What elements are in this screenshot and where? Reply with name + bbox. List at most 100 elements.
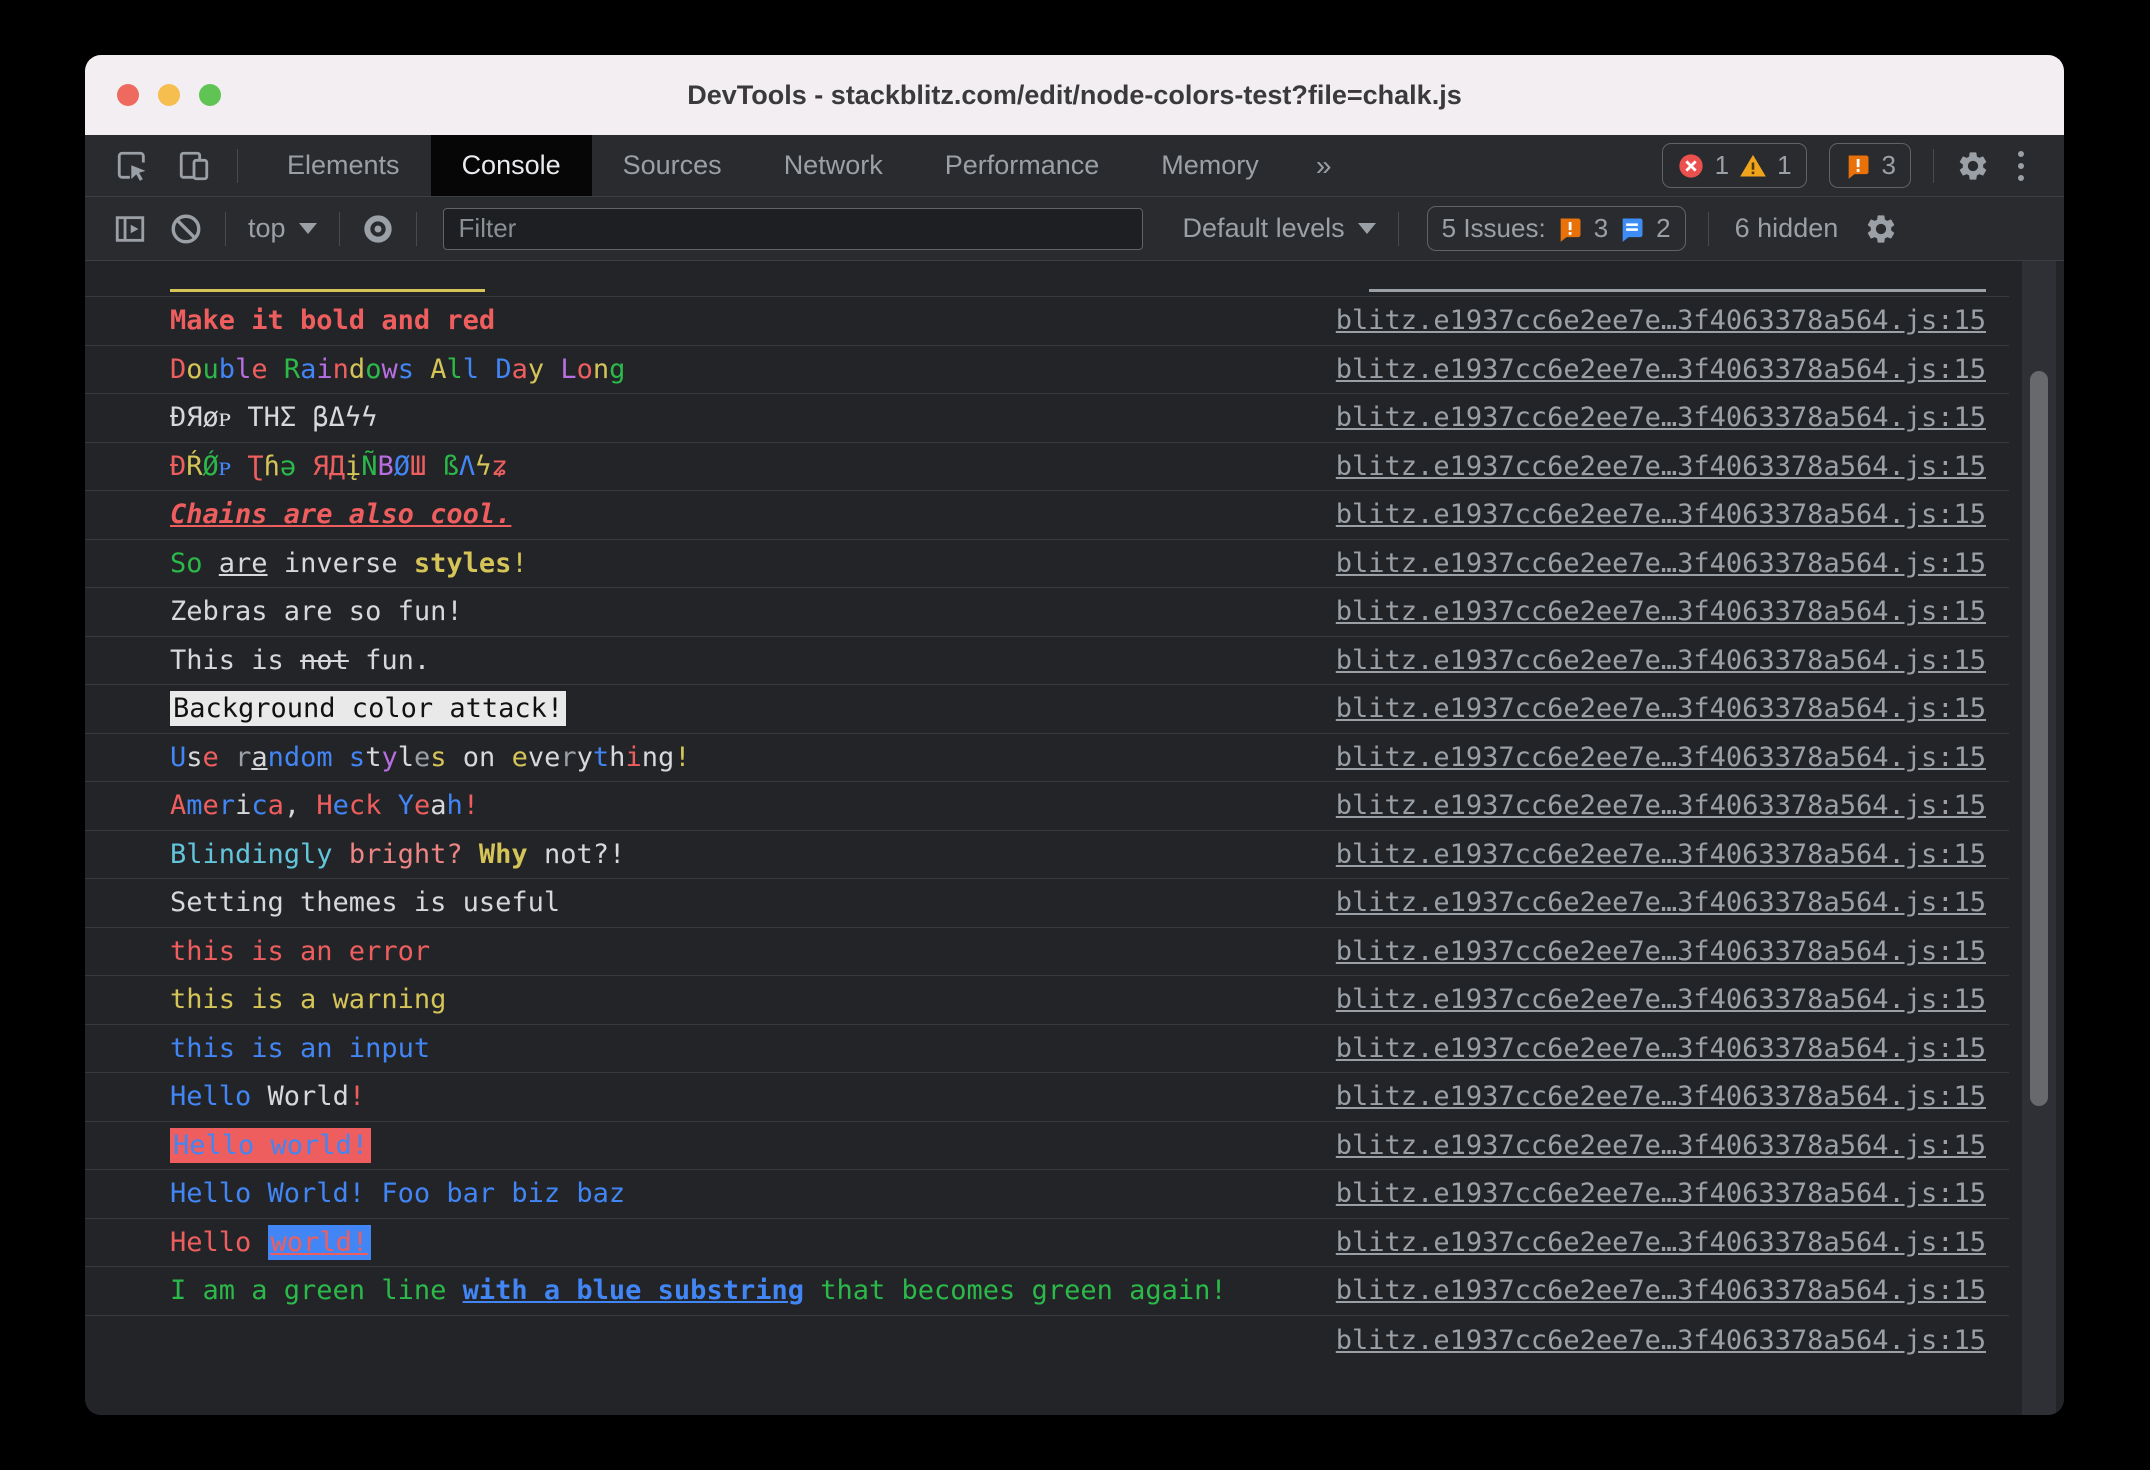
console-message-segment: Zebras are so fun! bbox=[170, 596, 463, 628]
console-message-segment: t bbox=[592, 741, 610, 773]
console-output: Make it bold and red blitz.e1937cc6e2ee7e… bbox=[85, 261, 2064, 1415]
console-message-segment: o bbox=[462, 741, 480, 773]
console-message-segment: b bbox=[218, 353, 236, 385]
console-message-segment: e bbox=[413, 790, 431, 822]
issues-badge[interactable]: 3 bbox=[1828, 143, 1911, 188]
filter-input[interactable] bbox=[442, 207, 1143, 250]
tab-console[interactable]: Console bbox=[430, 135, 592, 196]
console-message-row: ÐŔǾᴘ Ʈɦə ЯДįÑBØШ ßΛϟʑ blitz.e1937cc6e2ee7… bbox=[85, 441, 2009, 491]
console-message-segment: v bbox=[527, 741, 545, 773]
console-message-segment: ÐЯøᴘ ΤΗΣ βΔϟϟ bbox=[170, 402, 378, 434]
source-link[interactable]: blitz.e1937cc6e2ee7e…3f4063378a564.js:15 bbox=[1296, 742, 1986, 773]
console-message-row: Background color attack! blitz.e1937cc6e2… bbox=[85, 684, 2009, 733]
kebab-menu-icon[interactable] bbox=[2012, 150, 2030, 181]
console-message-segment bbox=[495, 742, 511, 773]
console-message-segment: t bbox=[365, 741, 382, 773]
console-message-segment: ! bbox=[348, 1081, 366, 1113]
source-link[interactable]: blitz.e1937cc6e2ee7e…3f4063378a564.js:15 bbox=[1296, 790, 1986, 821]
zoom-window-button[interactable] bbox=[199, 84, 221, 106]
hidden-messages-link[interactable]: 6 hidden bbox=[1731, 213, 1843, 244]
source-link[interactable]: blitz.e1937cc6e2ee7e…3f4063378a564.js:15 bbox=[1296, 1130, 1986, 1161]
console-message: this is a warning bbox=[170, 984, 446, 1015]
console-message-segment: g bbox=[657, 741, 675, 773]
console-message-segment: e bbox=[511, 741, 528, 773]
source-link[interactable]: blitz.e1937cc6e2ee7e…3f4063378a564.js:15 bbox=[1296, 1081, 1986, 1112]
source-link[interactable]: blitz.e1937cc6e2ee7e…3f4063378a564.js:15 bbox=[1296, 548, 1986, 579]
console-message-segment: ! bbox=[462, 790, 480, 822]
issues-summary-badge[interactable]: 5 Issues: 3 2 bbox=[1426, 206, 1686, 251]
console-message-segment: ə bbox=[279, 450, 297, 482]
scrollbar-thumb[interactable] bbox=[2030, 371, 2048, 1106]
tab-sources[interactable]: Sources bbox=[592, 135, 753, 196]
tab-memory[interactable]: Memory bbox=[1130, 135, 1290, 196]
console-message-segment: l bbox=[462, 353, 480, 385]
javascript-context-selector[interactable]: top bbox=[248, 213, 317, 244]
source-link[interactable]: blitz.e1937cc6e2ee7e…3f4063378a564.js:15 bbox=[1296, 645, 1986, 676]
console-message: Chains are also cool. bbox=[170, 499, 511, 530]
console-message: Make it bold and red bbox=[170, 305, 495, 336]
source-link[interactable]: blitz.e1937cc6e2ee7e…3f4063378a564.js:15 bbox=[1296, 451, 1986, 482]
console-message-segment: c bbox=[348, 790, 366, 822]
console-sidebar-icon[interactable] bbox=[113, 212, 147, 246]
source-link[interactable]: blitz.e1937cc6e2ee7e…3f4063378a564.js:15 bbox=[1296, 596, 1986, 627]
log-levels-selector[interactable]: Default levels bbox=[1183, 213, 1376, 244]
close-window-button[interactable] bbox=[117, 84, 139, 106]
console-message-segment: Hello bbox=[170, 1226, 268, 1258]
source-link[interactable]: blitz.e1937cc6e2ee7e…3f4063378a564.js:15 bbox=[1296, 305, 1986, 336]
clear-console-icon[interactable] bbox=[169, 212, 203, 246]
console-message-segment: h bbox=[446, 790, 463, 822]
errors-warnings-badge[interactable]: 1 1 bbox=[1661, 143, 1807, 188]
source-link[interactable]: blitz.e1937cc6e2ee7e…3f4063378a564.js:15 bbox=[1296, 693, 1986, 724]
settings-gear-icon[interactable] bbox=[1956, 149, 1990, 183]
console-message-row: So are inverse styles! blitz.e1937cc6e2ee… bbox=[85, 538, 2009, 588]
source-link[interactable]: blitz.e1937cc6e2ee7e…3f4063378a564.js:15 bbox=[1296, 887, 1986, 918]
console-message-segment: World bbox=[267, 1081, 349, 1113]
console-message: Setting themes is useful bbox=[170, 887, 560, 918]
inspect-element-icon[interactable] bbox=[115, 149, 149, 183]
console-message-segment: r bbox=[218, 790, 236, 822]
console-message-segment: h bbox=[609, 741, 626, 773]
divider bbox=[225, 211, 226, 246]
source-link[interactable]: blitz.e1937cc6e2ee7e…3f4063378a564.js:15 bbox=[1296, 1275, 1986, 1306]
more-tabs-chevron-icon[interactable]: » bbox=[1290, 150, 1356, 182]
console-message-segment bbox=[203, 548, 219, 579]
console-message-segment: ᴘ bbox=[218, 450, 232, 482]
tab-performance[interactable]: Performance bbox=[914, 135, 1131, 196]
console-message-segment: e bbox=[251, 353, 268, 385]
source-link[interactable]: blitz.e1937cc6e2ee7e…3f4063378a564.js:15 bbox=[1296, 354, 1986, 385]
console-message-segment: H bbox=[316, 790, 333, 822]
tab-elements[interactable]: Elements bbox=[256, 135, 431, 196]
console-message-segment: I am a green line bbox=[170, 1275, 463, 1307]
console-message-segment: A bbox=[170, 790, 187, 822]
console-message-segment: n bbox=[332, 353, 349, 385]
console-message-segment: n bbox=[267, 741, 284, 773]
source-link[interactable]: blitz.e1937cc6e2ee7e…3f4063378a564.js:15 bbox=[1296, 402, 1986, 433]
source-link[interactable]: blitz.e1937cc6e2ee7e…3f4063378a564.js:15 bbox=[1296, 984, 1986, 1015]
console-message: Blindingly bright? Why not?! bbox=[170, 839, 625, 870]
scrollbar-track[interactable] bbox=[2022, 261, 2056, 1415]
source-link[interactable]: blitz.e1937cc6e2ee7e…3f4063378a564.js:15 bbox=[1296, 1325, 1986, 1356]
live-expression-eye-icon[interactable] bbox=[362, 213, 394, 245]
traffic-lights bbox=[117, 84, 221, 106]
warning-count: 1 bbox=[1777, 150, 1792, 180]
console-message-segment: r bbox=[235, 741, 252, 773]
console-settings-gear-icon[interactable] bbox=[1864, 212, 1898, 246]
source-link[interactable]: blitz.e1937cc6e2ee7e…3f4063378a564.js:15 bbox=[1296, 936, 1986, 967]
console-message-row: I am a green line with a blue substring … bbox=[85, 1266, 2009, 1315]
tab-network[interactable]: Network bbox=[753, 135, 914, 196]
console-message-segment: w bbox=[381, 353, 398, 385]
source-link[interactable]: blitz.e1937cc6e2ee7e…3f4063378a564.js:15 bbox=[1296, 1178, 1986, 1209]
console-message-segment: c bbox=[251, 790, 268, 822]
source-link[interactable]: blitz.e1937cc6e2ee7e…3f4063378a564.js:15 bbox=[1296, 1227, 1986, 1258]
source-link[interactable]: blitz.e1937cc6e2ee7e…3f4063378a564.js:15 bbox=[1296, 1033, 1986, 1064]
console-message-segment: Λ bbox=[458, 450, 476, 482]
device-toolbar-icon[interactable] bbox=[177, 149, 211, 183]
console-message-segment: s bbox=[348, 741, 366, 773]
source-link[interactable]: blitz.e1937cc6e2ee7e…3f4063378a564.js:15 bbox=[1296, 839, 1986, 870]
panel-tabs: Elements Console Sources Network Performance… bbox=[256, 135, 1290, 196]
console-message-row: Chains are also cool. blitz.e1937cc6e2ee7… bbox=[85, 490, 2009, 539]
minimize-window-button[interactable] bbox=[158, 84, 180, 106]
console-message-segment: n bbox=[592, 353, 610, 385]
console-message: Hello world! bbox=[170, 1127, 372, 1163]
source-link[interactable]: blitz.e1937cc6e2ee7e…3f4063378a564.js:15 bbox=[1296, 499, 1986, 530]
